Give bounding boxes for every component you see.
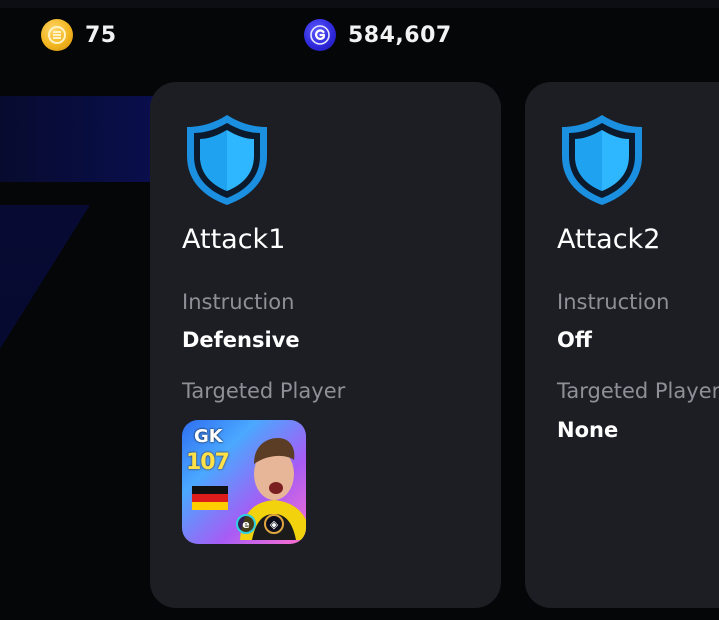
targeted-player-label: Targeted Player <box>182 379 346 403</box>
targeted-player-card[interactable]: GK 107 e ◈ <box>182 420 306 544</box>
card-title: Attack1 <box>182 224 286 255</box>
background-slash <box>0 205 90 620</box>
instruction-value: Defensive <box>182 328 300 352</box>
player-rating: 107 <box>186 450 230 475</box>
instruction-value: Off <box>557 328 592 352</box>
coins-value: 75 <box>85 22 117 48</box>
shield-icon <box>187 115 267 205</box>
shield-icon <box>562 115 642 205</box>
instructions-screen: 75 584,607 Attack1 Instruction Defensive… <box>0 0 719 620</box>
targeted-player-label: Targeted Player <box>557 379 719 403</box>
instruction-label: Instruction <box>182 290 295 314</box>
card-title: Attack2 <box>557 224 661 255</box>
instruction-card-attack1[interactable]: Attack1 Instruction Defensive Targeted P… <box>150 82 501 608</box>
germany-flag <box>192 486 228 510</box>
ecoin-icon <box>41 19 73 51</box>
gp-balance: 584,607 <box>304 18 452 52</box>
gp-icon <box>304 19 336 51</box>
instruction-label: Instruction <box>557 290 670 314</box>
gp-value: 584,607 <box>348 22 452 48</box>
epic-badge-icon: e <box>236 514 256 534</box>
targeted-player-value: None <box>557 418 619 442</box>
booster-badge-icon: ◈ <box>264 514 284 534</box>
top-edge <box>0 0 719 8</box>
coins-balance: 75 <box>41 18 117 52</box>
player-position: GK <box>194 426 223 447</box>
instruction-card-attack2[interactable]: Attack2 Instruction Off Targeted Player … <box>525 82 719 608</box>
